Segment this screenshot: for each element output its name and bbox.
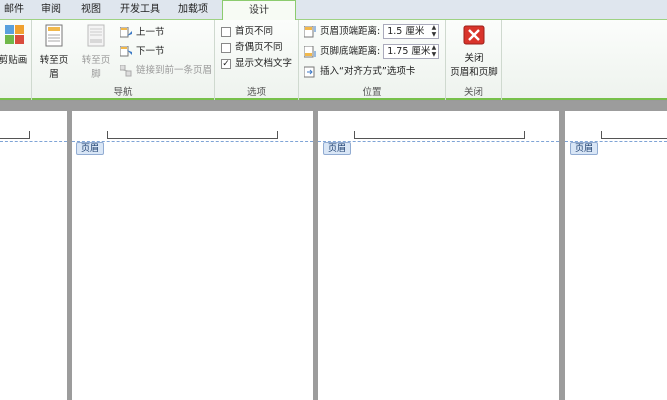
tab-design[interactable]: 设计 bbox=[222, 0, 296, 21]
clipart-icon bbox=[4, 24, 26, 48]
different-odd-even-label: 奇偶页不同 bbox=[235, 42, 283, 53]
close-label-line1: 关闭 bbox=[464, 53, 484, 64]
close-icon bbox=[463, 24, 485, 48]
footer-bottom-distance: 页脚底端距离: 1.75 厘米 ▲ ▼ bbox=[303, 44, 440, 60]
tab-developer[interactable]: 开发工具 bbox=[114, 0, 166, 20]
header-text-area[interactable] bbox=[107, 131, 278, 139]
different-odd-even-checkbox[interactable] bbox=[221, 42, 231, 53]
header-top-label: 页眉顶端距离: bbox=[320, 26, 381, 37]
header-text-area[interactable] bbox=[601, 131, 667, 139]
prev-section-icon bbox=[119, 26, 133, 39]
page[interactable]: 页眉 bbox=[565, 111, 667, 400]
goto-footer-label: 转至页脚 bbox=[81, 55, 111, 80]
document-area: 页眉 页眉 页眉 bbox=[0, 101, 667, 400]
group-insert: 剪贴画 bbox=[0, 20, 32, 100]
clipart-label: 剪贴画 bbox=[0, 55, 28, 66]
header-boundary-line bbox=[72, 141, 313, 142]
ribbon-tab-bar: 邮件 审阅 视图 开发工具 加载项 设计 bbox=[0, 0, 667, 21]
group-position: 页眉顶端距离: 1.5 厘米 ▲ ▼ 页脚底端距离: 1.75 厘米 ▲ ▼ 插入“对齐… bbox=[299, 20, 446, 100]
footer-bottom-label: 页脚底端距离: bbox=[320, 46, 381, 57]
header-text-area[interactable] bbox=[0, 131, 30, 139]
tab-view[interactable]: 视图 bbox=[76, 0, 106, 20]
page[interactable]: 页眉 bbox=[318, 111, 559, 400]
header-tag: 页眉 bbox=[323, 142, 352, 155]
goto-header-button[interactable]: 转至页眉 bbox=[36, 24, 72, 80]
insert-alignment-tab-button[interactable]: 插入“对齐方式”选项卡 bbox=[303, 64, 416, 80]
show-document-text-checkbox[interactable]: ✓ bbox=[221, 58, 231, 69]
goto-header-icon bbox=[43, 24, 65, 48]
group-close-title: 关闭 bbox=[463, 87, 483, 98]
header-top-input[interactable]: 1.5 厘米 ▲ ▼ bbox=[383, 24, 440, 39]
different-first-page-checkbox[interactable] bbox=[221, 26, 231, 37]
goto-header-label: 转至页眉 bbox=[39, 55, 69, 80]
footer-bottom-value: 1.75 厘米 bbox=[387, 46, 431, 57]
ribbon: 剪贴画 转至页眉 转至页脚 上一节 下一节 链接到前一条页眉 导航 首页不同 奇… bbox=[0, 20, 667, 100]
spinner-arrows-icon[interactable]: ▲ ▼ bbox=[432, 24, 437, 38]
group-navigation: 转至页眉 转至页脚 上一节 下一节 链接到前一条页眉 导航 bbox=[32, 20, 215, 100]
show-document-text-label: 显示文档文字 bbox=[235, 58, 293, 69]
goto-footer-icon bbox=[85, 24, 107, 48]
insert-alignment-tab-label: 插入“对齐方式”选项卡 bbox=[320, 66, 416, 77]
tab-addins[interactable]: 加载项 bbox=[172, 0, 214, 20]
group-position-title: 位置 bbox=[362, 87, 382, 98]
page[interactable] bbox=[0, 111, 67, 400]
group-options-title: 选项 bbox=[246, 87, 266, 98]
clipart-button[interactable]: 剪贴画 bbox=[0, 24, 30, 66]
close-header-footer-button[interactable]: 关闭 页眉和页脚 bbox=[446, 24, 502, 78]
prev-section-button[interactable]: 上一节 bbox=[119, 25, 165, 41]
footer-bottom-input[interactable]: 1.75 厘米 ▲ ▼ bbox=[383, 44, 440, 59]
header-top-distance: 页眉顶端距离: 1.5 厘米 ▲ ▼ bbox=[303, 24, 440, 40]
different-first-page-option[interactable]: 首页不同 bbox=[221, 24, 273, 40]
alignment-tab-icon bbox=[303, 66, 317, 78]
different-first-page-label: 首页不同 bbox=[235, 26, 274, 37]
tab-mailings[interactable]: 邮件 bbox=[0, 0, 28, 20]
link-icon bbox=[119, 64, 133, 77]
next-section-label: 下一节 bbox=[136, 46, 165, 57]
header-boundary-line bbox=[0, 141, 67, 142]
footer-position-icon bbox=[303, 45, 317, 58]
different-odd-even-option[interactable]: 奇偶页不同 bbox=[221, 40, 283, 56]
tab-review[interactable]: 审阅 bbox=[34, 0, 68, 20]
link-to-previous-button[interactable]: 链接到前一条页眉 bbox=[119, 63, 213, 79]
header-top-value: 1.5 厘米 bbox=[387, 26, 425, 37]
next-section-icon bbox=[119, 45, 133, 58]
show-document-text-option[interactable]: ✓ 显示文档文字 bbox=[221, 56, 292, 72]
group-close: 关闭 页眉和页脚 关闭 bbox=[446, 20, 502, 100]
header-tag: 页眉 bbox=[570, 142, 599, 155]
header-boundary-line bbox=[318, 141, 559, 142]
goto-footer-button[interactable]: 转至页脚 bbox=[78, 24, 114, 80]
header-text-area[interactable] bbox=[354, 131, 525, 139]
group-navigation-title: 导航 bbox=[113, 87, 133, 98]
page[interactable]: 页眉 bbox=[72, 111, 313, 400]
header-tag: 页眉 bbox=[76, 142, 105, 155]
close-label-line2: 页眉和页脚 bbox=[450, 67, 498, 78]
link-to-previous-label: 链接到前一条页眉 bbox=[136, 65, 213, 76]
next-section-button[interactable]: 下一节 bbox=[119, 44, 165, 60]
spinner-arrows-icon[interactable]: ▲ ▼ bbox=[432, 44, 437, 58]
header-position-icon bbox=[303, 25, 317, 38]
group-options: 首页不同 奇偶页不同 ✓ 显示文档文字 选项 bbox=[215, 20, 299, 100]
prev-section-label: 上一节 bbox=[136, 27, 165, 38]
